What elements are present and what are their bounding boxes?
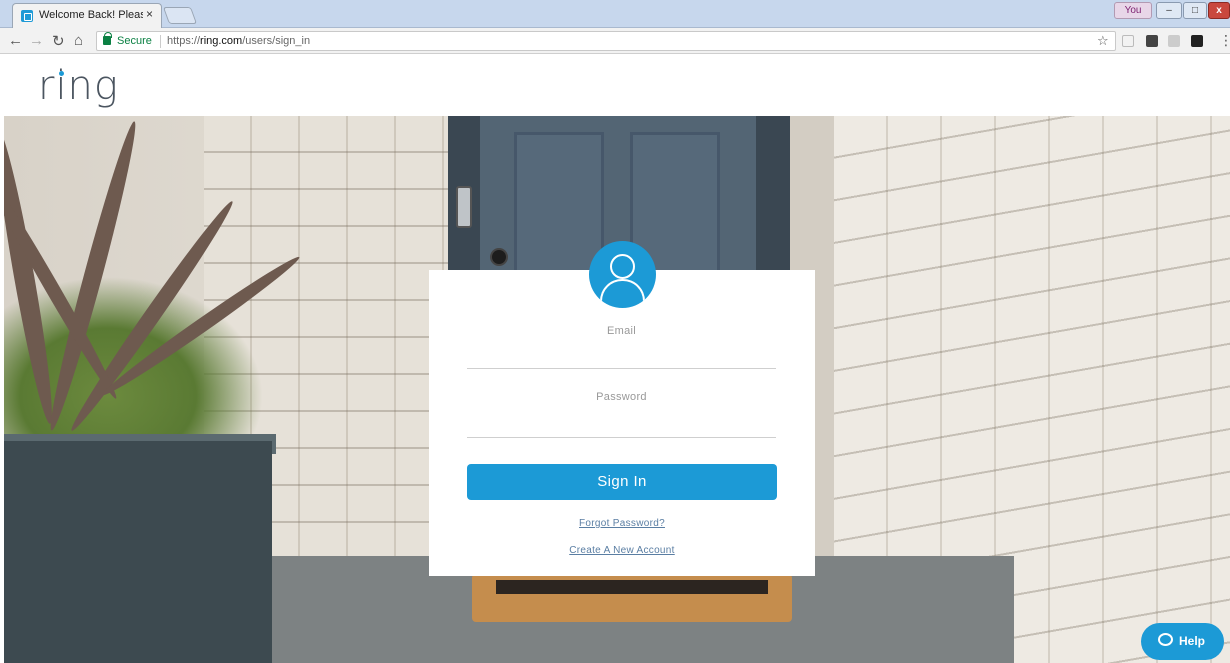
ring-logo-dot bbox=[59, 71, 64, 76]
tab-title: Welcome Back! Please Lo bbox=[39, 9, 143, 21]
sign-in-button[interactable]: Sign In bbox=[467, 464, 777, 500]
new-tab-button[interactable] bbox=[162, 7, 198, 24]
address-bar[interactable]: Secure https://ring.com/users/sign_in bbox=[96, 31, 1116, 51]
password-field[interactable]: Password bbox=[467, 391, 776, 403]
create-account-link[interactable]: Create A New Account bbox=[467, 545, 777, 556]
door-mat bbox=[472, 574, 792, 622]
forgot-password-link[interactable]: Forgot Password? bbox=[467, 518, 777, 529]
browser-menu-icon[interactable]: ⋮ bbox=[1219, 32, 1230, 49]
home-icon[interactable]: ⌂ bbox=[74, 32, 83, 49]
reload-icon[interactable]: ↻ bbox=[52, 32, 65, 50]
extension-icon[interactable] bbox=[1168, 35, 1180, 47]
avatar-head bbox=[610, 254, 635, 279]
password-underline bbox=[467, 437, 776, 438]
door-panel bbox=[514, 132, 604, 282]
browser-toolbar: ← → ↻ ⌂ Secure https://ring.com/users/si… bbox=[0, 28, 1230, 54]
door-knob bbox=[490, 248, 508, 266]
email-underline bbox=[467, 368, 776, 369]
address-divider bbox=[160, 35, 161, 48]
secure-label: Secure bbox=[117, 35, 152, 47]
window-minimize-button[interactable]: – bbox=[1156, 2, 1182, 19]
window-maximize-button[interactable]: □ bbox=[1183, 2, 1207, 19]
extension-icon[interactable] bbox=[1122, 35, 1134, 47]
avatar-body bbox=[600, 279, 645, 308]
extension-icon[interactable] bbox=[1146, 35, 1158, 47]
browser-tab[interactable]: Welcome Back! Please Lo × bbox=[12, 3, 162, 28]
login-card bbox=[429, 270, 815, 576]
tab-close-icon[interactable]: × bbox=[146, 7, 153, 21]
ring-logo[interactable]: ring bbox=[38, 63, 119, 109]
planter-box bbox=[4, 441, 272, 663]
url-scheme: https:// bbox=[167, 35, 201, 47]
user-avatar-icon bbox=[589, 241, 656, 308]
help-label: Help bbox=[1179, 634, 1206, 648]
chat-bubble-icon bbox=[1158, 633, 1173, 646]
back-arrow-icon[interactable]: ← bbox=[8, 32, 23, 49]
browser-tabstrip: Welcome Back! Please Lo × You – □ x bbox=[0, 0, 1230, 28]
bookmark-star-icon[interactable]: ☆ bbox=[1097, 33, 1109, 49]
window-user-badge[interactable]: You bbox=[1114, 2, 1152, 19]
ring-favicon-icon bbox=[21, 10, 33, 22]
url-text[interactable]: https://ring.com/users/sign_in bbox=[167, 35, 310, 47]
url-host: ring.com bbox=[200, 35, 243, 47]
video-doorbell bbox=[456, 186, 472, 228]
url-path: /users/sign_in bbox=[242, 35, 311, 47]
window-close-button[interactable]: x bbox=[1208, 2, 1230, 19]
amazon-extension-icon[interactable] bbox=[1191, 35, 1203, 47]
email-field[interactable]: Email bbox=[467, 325, 776, 337]
help-button[interactable]: Help bbox=[1141, 623, 1224, 660]
forward-arrow-icon[interactable]: → bbox=[29, 32, 44, 49]
lock-icon bbox=[103, 32, 112, 45]
